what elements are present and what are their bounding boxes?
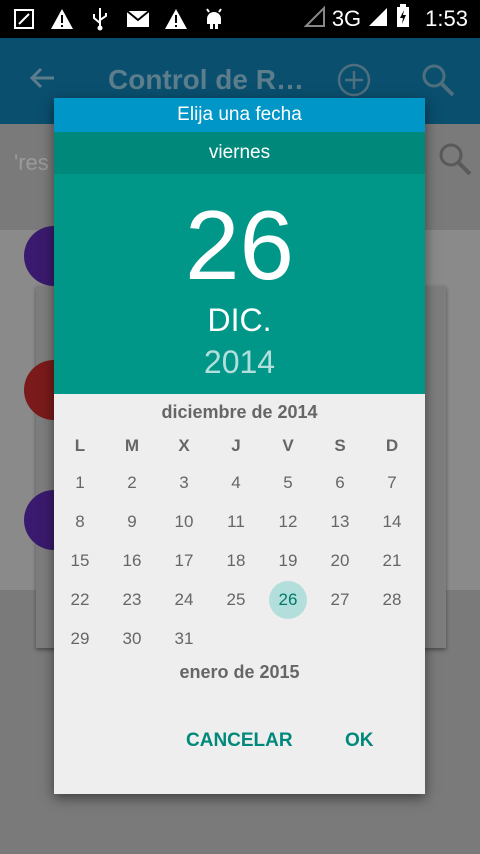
day-cell[interactable]: 8 (61, 503, 99, 541)
weekday-label: S (334, 436, 346, 455)
mail-icon (126, 7, 150, 31)
day-cell[interactable]: 6 (321, 464, 359, 502)
day-cell[interactable]: 17 (165, 542, 203, 580)
day-cell[interactable]: 16 (113, 542, 151, 580)
page-title: Control de R… (108, 64, 304, 95)
weekday-label: J (231, 436, 241, 455)
day-cell[interactable]: 30 (113, 620, 151, 658)
day-cell[interactable]: 22 (61, 581, 99, 619)
day-cell[interactable]: 9 (113, 503, 151, 541)
warning-icon (164, 7, 188, 31)
selected-month[interactable]: DIC. (54, 302, 425, 338)
date-header: 26 DIC. 2014 (54, 174, 425, 394)
weekday-label: D (385, 436, 399, 455)
signal-strength-icon (367, 5, 389, 33)
day-cell[interactable]: 4 (217, 464, 255, 502)
selected-day-cell[interactable]: 26 (269, 581, 307, 619)
day-cell[interactable]: 29 (61, 620, 99, 658)
selected-day[interactable]: 26 (54, 190, 425, 300)
day-cell[interactable]: 1 (61, 464, 99, 502)
day-cell[interactable]: 27 (321, 581, 359, 619)
day-cell[interactable]: 21 (373, 542, 411, 580)
signal-icon (303, 5, 326, 33)
next-month-title: enero de 2015 (179, 662, 300, 682)
shield-icon (12, 7, 36, 31)
search-icon[interactable] (420, 62, 456, 103)
ok-button[interactable]: OK (345, 730, 374, 752)
back-arrow-icon[interactable] (28, 64, 56, 97)
usb-icon (88, 7, 112, 31)
weekday-label: X (178, 436, 190, 455)
search-icon[interactable] (438, 142, 472, 181)
day-cell[interactable]: 3 (165, 464, 203, 502)
weekday-header-row: LMXJVSD (54, 436, 425, 458)
day-cell[interactable]: 25 (217, 581, 255, 619)
month-title: diciembre de 2014 (161, 402, 318, 422)
day-cell[interactable]: 20 (321, 542, 359, 580)
status-bar: 3G 1:53 (0, 0, 480, 38)
day-cell[interactable]: 2 (113, 464, 151, 502)
day-cell[interactable]: 11 (217, 503, 255, 541)
day-cell[interactable]: 18 (217, 542, 255, 580)
date-picker-dialog: Elija una fecha viernes 26 DIC. 2014 dic… (54, 98, 425, 794)
network-type: 3G (331, 6, 362, 31)
weekday-label: M (124, 436, 140, 455)
day-cell[interactable]: 14 (373, 503, 411, 541)
day-cell[interactable]: 24 (165, 581, 203, 619)
cancel-button[interactable]: CANCELAR (186, 730, 293, 752)
warning-icon (50, 7, 74, 31)
android-icon (202, 7, 226, 31)
add-icon[interactable] (336, 62, 372, 103)
day-cell[interactable]: 10 (165, 503, 203, 541)
selected-weekday: viernes (54, 132, 425, 174)
day-cell[interactable]: 7 (373, 464, 411, 502)
day-cell[interactable]: 15 (61, 542, 99, 580)
day-cell[interactable]: 19 (269, 542, 307, 580)
weekday-label: V (282, 436, 294, 455)
day-cell[interactable]: 13 (321, 503, 359, 541)
clock: 1:53 (425, 6, 468, 31)
search-input[interactable]: 'res (14, 150, 49, 176)
day-cell[interactable]: 31 (165, 620, 203, 658)
day-cell[interactable]: 23 (113, 581, 151, 619)
dialog-title: Elija una fecha (54, 98, 425, 132)
battery-charging-icon (395, 4, 411, 34)
dialog-actions: CANCELAR OK (54, 730, 425, 760)
day-cell[interactable]: 28 (373, 581, 411, 619)
day-cell[interactable]: 12 (269, 503, 307, 541)
day-cell[interactable]: 5 (269, 464, 307, 502)
weekday-label: L (74, 436, 86, 455)
selected-year[interactable]: 2014 (54, 342, 425, 382)
